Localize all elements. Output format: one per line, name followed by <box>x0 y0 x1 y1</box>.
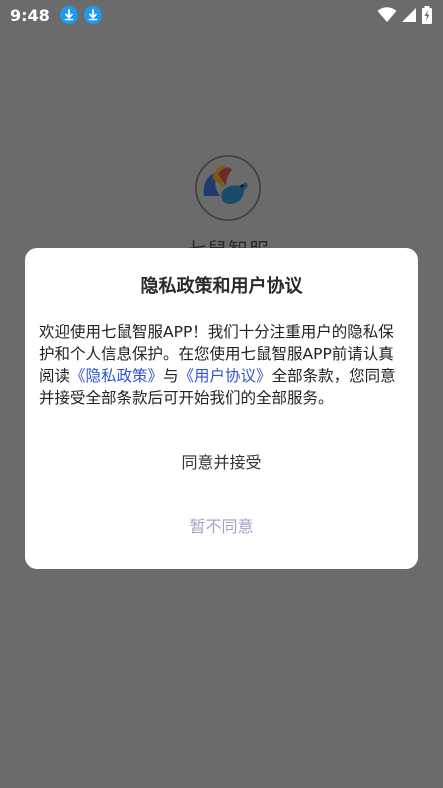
wifi-icon <box>377 7 397 22</box>
signal-icon <box>402 8 416 22</box>
decline-button[interactable]: 暂不同意 <box>25 512 418 542</box>
privacy-dialog: 隐私政策和用户协议 欢迎使用七鼠智服APP！我们十分注重用户的隐私保护和个人信息… <box>25 248 418 569</box>
privacy-policy-link[interactable]: 《隐私政策》 <box>70 367 163 385</box>
dialog-title: 隐私政策和用户协议 <box>140 276 303 297</box>
agree-button[interactable]: 同意并接受 <box>25 448 418 478</box>
download-icon <box>83 6 102 24</box>
app-logo-icon <box>195 155 261 221</box>
dialog-body: 欢迎使用七鼠智服APP！我们十分注重用户的隐私保护和个人信息保护。在您使用七鼠智… <box>39 321 405 409</box>
body-text-2: 与 <box>163 367 179 385</box>
status-time: 9:48 <box>10 5 50 25</box>
status-left: 9:48 <box>10 6 102 25</box>
status-right <box>377 6 433 24</box>
user-agreement-link[interactable]: 《用户协议》 <box>179 367 272 385</box>
battery-icon <box>422 6 432 24</box>
download-icon <box>59 6 78 24</box>
status-bar: 9:48 <box>0 0 443 30</box>
